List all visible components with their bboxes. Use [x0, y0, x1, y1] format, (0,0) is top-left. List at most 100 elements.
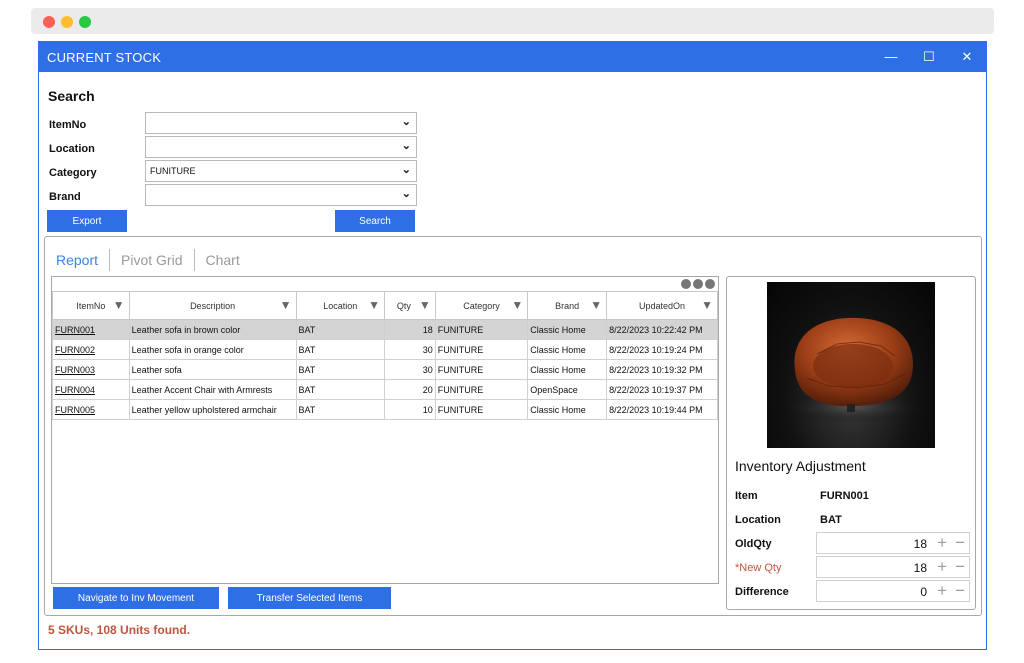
item-link[interactable]: FURN005: [52, 399, 130, 420]
category-select[interactable]: FUNITURE ⌄: [145, 160, 417, 182]
minimize-dot-icon[interactable]: [61, 16, 73, 28]
filter-icon[interactable]: ▼: [590, 299, 602, 311]
cell-updatedon: 8/22/2023 10:19:24 PM: [606, 339, 718, 360]
minus-icon[interactable]: −: [955, 557, 965, 577]
cell-updatedon: 8/22/2023 10:22:42 PM: [606, 319, 718, 340]
minus-icon[interactable]: −: [955, 533, 965, 553]
column-header-description[interactable]: Description ▼: [128, 291, 297, 320]
cell-description: Leather yellow upholstered armchair: [128, 399, 297, 420]
cell-category: FUNITURE: [434, 399, 529, 420]
chevron-down-icon: ⌄: [401, 140, 411, 152]
zoom-dot-icon[interactable]: [79, 16, 91, 28]
oldqty-value: 18: [913, 537, 927, 551]
newqty-stepper[interactable]: 18 + −: [816, 556, 970, 578]
column-header-location[interactable]: Location ▼: [295, 291, 385, 320]
column-header-category[interactable]: Category ▼: [434, 291, 529, 320]
difference-stepper[interactable]: 0 + −: [816, 580, 970, 602]
table-row[interactable]: FURN001 Leather sofa in brown color BAT …: [52, 319, 718, 340]
cell-brand: Classic Home: [527, 319, 608, 340]
filter-icon[interactable]: ▼: [113, 299, 125, 311]
stock-table: ItemNo ▼ Description ▼ Location ▼ Qty ▼ Cate…: [52, 291, 718, 420]
tab-report[interactable]: Report: [56, 249, 111, 271]
cell-location: BAT: [295, 399, 385, 420]
cell-qty: 30: [383, 359, 436, 380]
column-header-itemno[interactable]: ItemNo ▼: [52, 291, 130, 320]
category-value: FUNITURE: [150, 166, 196, 176]
filter-icon[interactable]: ▼: [701, 299, 713, 311]
item-link[interactable]: FURN001: [52, 319, 130, 340]
maximize-icon[interactable]: ☐: [910, 49, 948, 65]
location-label: Location: [735, 514, 781, 526]
filter-icon[interactable]: ▼: [419, 299, 431, 311]
minus-icon[interactable]: −: [955, 581, 965, 601]
cell-updatedon: 8/22/2023 10:19:32 PM: [606, 359, 718, 380]
category-label: Category: [49, 167, 97, 179]
column-header-qty[interactable]: Qty ▼: [383, 291, 436, 320]
close-icon[interactable]: ✕: [948, 49, 986, 65]
tab-chart[interactable]: Chart: [195, 249, 251, 271]
newqty-label: *New Qty: [735, 562, 782, 574]
filter-icon[interactable]: ▼: [280, 299, 292, 311]
tab-pivot-grid[interactable]: Pivot Grid: [110, 249, 195, 271]
filter-icon[interactable]: ▼: [511, 299, 523, 311]
app-window: CURRENT STOCK — ☐ ✕ Search ItemNo ⌄ Loca…: [38, 41, 987, 650]
table-row[interactable]: FURN005 Leather yellow upholstered armch…: [52, 399, 718, 420]
browser-chrome: [31, 8, 994, 34]
difference-value: 0: [920, 585, 927, 599]
plus-icon[interactable]: +: [937, 581, 947, 601]
item-label: Item: [735, 490, 758, 502]
cell-description: Leather Accent Chair with Armrests: [128, 379, 297, 400]
cell-brand: OpenSpace: [527, 379, 608, 400]
cell-location: BAT: [295, 379, 385, 400]
filter-icon[interactable]: ▼: [368, 299, 380, 311]
chevron-down-icon: ⌄: [401, 164, 411, 176]
oldqty-label: OldQty: [735, 538, 772, 550]
chevron-down-icon: ⌄: [401, 116, 411, 128]
cell-location: BAT: [295, 339, 385, 360]
window-title: CURRENT STOCK: [47, 49, 162, 65]
close-dot-icon[interactable]: [43, 16, 55, 28]
itemno-select[interactable]: ⌄: [145, 112, 417, 134]
table-row[interactable]: FURN003 Leather sofa BAT 30 FUNITURE Cla…: [52, 359, 718, 380]
minimize-icon[interactable]: —: [872, 49, 910, 65]
column-header-updatedon[interactable]: UpdatedOn ▼: [606, 291, 718, 320]
stock-grid: ItemNo ▼ Description ▼ Location ▼ Qty ▼ Cate…: [51, 276, 719, 584]
plus-icon[interactable]: +: [937, 533, 947, 553]
cell-description: Leather sofa in brown color: [128, 319, 297, 340]
cell-category: FUNITURE: [434, 379, 529, 400]
search-heading: Search: [48, 88, 95, 104]
item-link[interactable]: FURN003: [52, 359, 130, 380]
transfer-selected-button[interactable]: Transfer Selected Items: [228, 587, 391, 609]
plus-icon[interactable]: +: [937, 557, 947, 577]
chevron-down-icon: ⌄: [401, 188, 411, 200]
export-button[interactable]: Export: [47, 210, 127, 232]
location-label: Location: [49, 143, 95, 155]
column-header-brand[interactable]: Brand ▼: [527, 291, 608, 320]
cell-location: BAT: [295, 319, 385, 340]
cell-qty: 10: [383, 399, 436, 420]
table-row[interactable]: FURN002 Leather sofa in orange color BAT…: [52, 339, 718, 360]
itemno-label: ItemNo: [49, 119, 87, 131]
cell-category: FUNITURE: [434, 359, 529, 380]
cell-qty: 20: [383, 379, 436, 400]
location-select[interactable]: ⌄: [145, 136, 417, 158]
grid-menu-icon[interactable]: [681, 279, 715, 289]
brand-label: Brand: [49, 191, 81, 203]
cell-updatedon: 8/22/2023 10:19:44 PM: [606, 399, 718, 420]
difference-label: Difference: [735, 586, 789, 598]
cell-category: FUNITURE: [434, 319, 529, 340]
adjustment-panel: Inventory Adjustment Item FURN001 Locati…: [726, 276, 976, 610]
cell-qty: 30: [383, 339, 436, 360]
oldqty-stepper[interactable]: 18 + −: [816, 532, 970, 554]
brand-select[interactable]: ⌄: [145, 184, 417, 206]
table-row[interactable]: FURN004 Leather Accent Chair with Armres…: [52, 379, 718, 400]
item-link[interactable]: FURN002: [52, 339, 130, 360]
item-link[interactable]: FURN004: [52, 379, 130, 400]
cell-brand: Classic Home: [527, 399, 608, 420]
cell-description: Leather sofa: [128, 359, 297, 380]
results-panel: Report Pivot Grid Chart ItemNo ▼ Descript…: [44, 236, 982, 616]
newqty-value: 18: [913, 561, 927, 575]
title-bar: CURRENT STOCK — ☐ ✕: [39, 42, 986, 72]
navigate-inv-movement-button[interactable]: Navigate to Inv Movement: [53, 587, 219, 609]
search-button[interactable]: Search: [335, 210, 415, 232]
